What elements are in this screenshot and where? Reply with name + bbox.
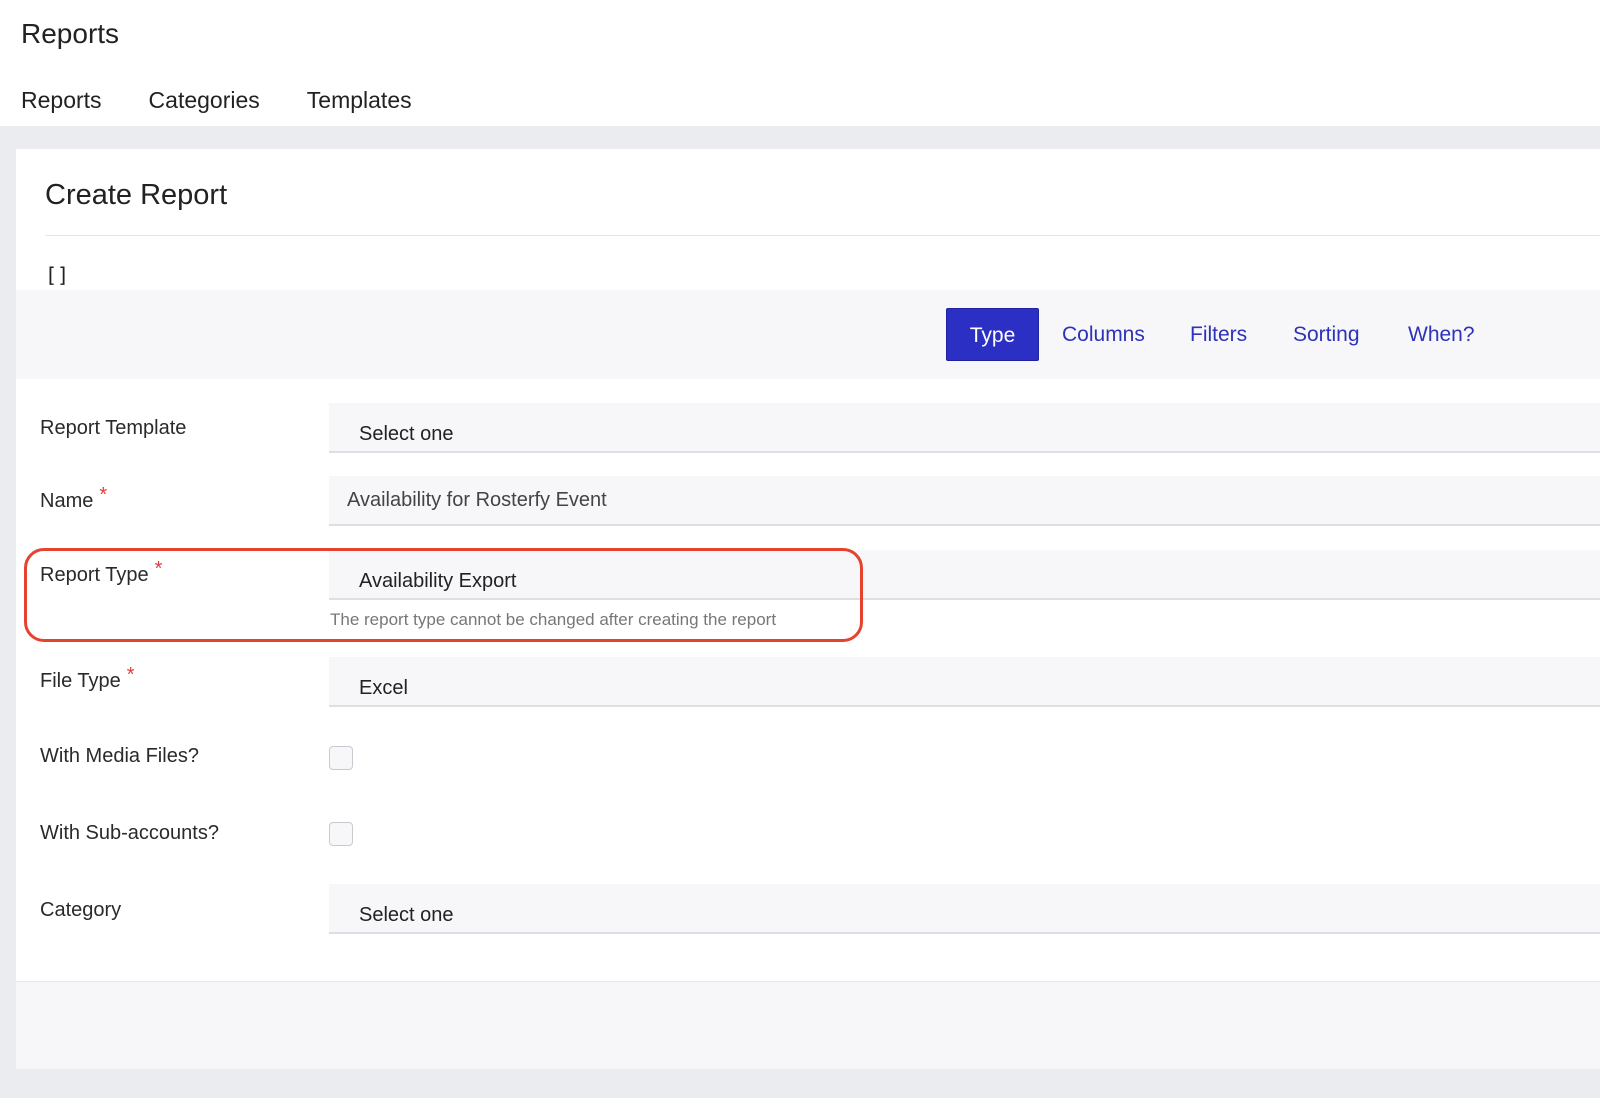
app-title: Reports (21, 18, 120, 49)
required-marker: * (154, 558, 163, 580)
tab-columns[interactable]: Columns (1062, 308, 1145, 361)
nav-item-templates[interactable]: Templates (307, 85, 412, 115)
required-marker: * (99, 484, 108, 506)
title-divider (45, 235, 1600, 236)
report-template-value: Select one (359, 423, 454, 445)
category-value: Select one (359, 904, 454, 926)
tab-sorting[interactable]: Sorting (1293, 308, 1360, 361)
tab-filters[interactable]: Filters (1190, 308, 1247, 361)
name-value: Availability for Rosterfy Event (347, 489, 607, 511)
with-media-files-checkbox[interactable] (329, 746, 353, 770)
report-type-value: Availability Export (359, 570, 517, 592)
file-type-select[interactable]: Excel (329, 657, 1600, 707)
page-title: Create Report (45, 179, 228, 211)
report-type-label: Report Type * (40, 558, 162, 587)
report-type-label-text: Report Type (40, 564, 149, 586)
nav-item-reports[interactable]: Reports (21, 85, 102, 115)
debug-text: [] (45, 263, 70, 287)
category-select[interactable]: Select one (329, 884, 1600, 934)
report-template-label-text: Report Template (40, 417, 187, 439)
file-type-value: Excel (359, 677, 408, 699)
report-template-select[interactable]: Select one (329, 403, 1600, 453)
nav-item-categories[interactable]: Categories (149, 85, 260, 115)
name-input[interactable]: Availability for Rosterfy Event (329, 476, 1600, 526)
create-report-card: Create Report [] Type Columns Filters So… (16, 149, 1600, 1069)
report-type-hint: The report type cannot be changed after … (330, 610, 777, 629)
file-type-label-text: File Type (40, 670, 121, 692)
top-header: Reports Reports Categories Templates (0, 0, 1600, 126)
with-media-files-label: With Media Files? (40, 745, 199, 767)
wizard-tabs: Type Columns Filters Sorting When? (16, 290, 1600, 379)
file-type-label: File Type * (40, 664, 135, 693)
tab-when[interactable]: When? (1408, 308, 1475, 361)
tab-type[interactable]: Type (946, 308, 1039, 361)
name-label: Name * (40, 484, 107, 513)
name-label-text: Name (40, 490, 94, 512)
category-label: Category (40, 899, 122, 921)
report-template-label: Report Template (40, 417, 186, 440)
report-type-select[interactable]: Availability Export (329, 550, 1600, 600)
with-sub-accounts-checkbox[interactable] (329, 822, 353, 846)
form-footer (16, 981, 1600, 1069)
main-nav: Reports Categories Templates (21, 85, 459, 115)
required-marker: * (126, 664, 135, 686)
with-sub-accounts-label: With Sub-accounts? (40, 822, 219, 844)
